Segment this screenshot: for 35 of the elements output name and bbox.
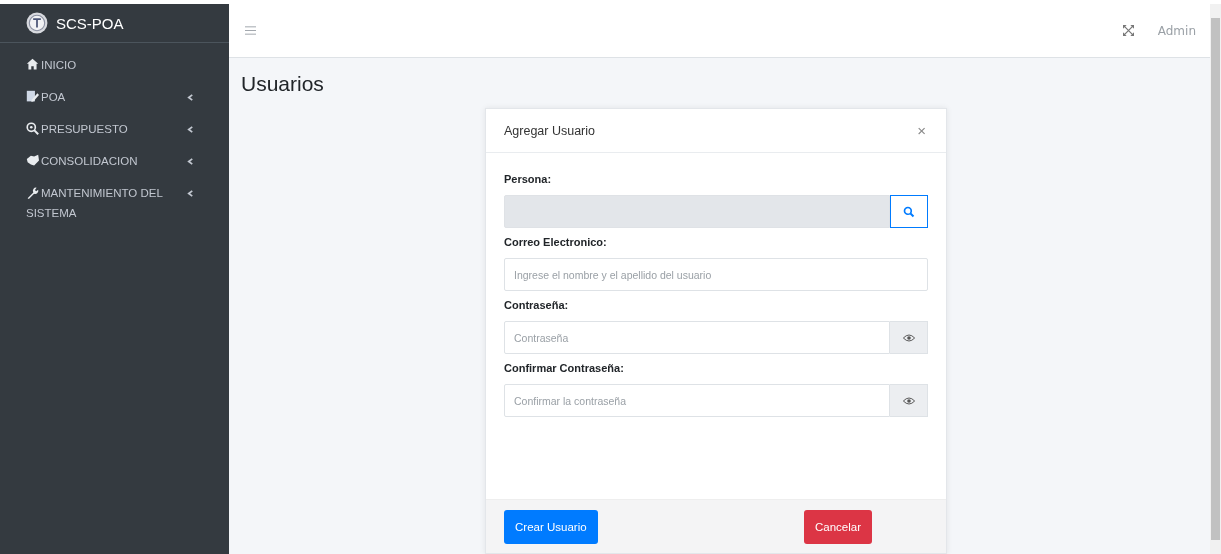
field-label: Correo Electronico: xyxy=(504,236,608,248)
input-field[interactable]: Ingrese el nombre y el apellido del usuario xyxy=(504,258,928,291)
brand-title[interactable]: SCS-POA xyxy=(56,14,124,32)
home-icon xyxy=(26,58,39,71)
menu-icon xyxy=(245,25,256,36)
modal-title: Agregar Usuario xyxy=(504,123,595,138)
expand-arrows-icon xyxy=(1122,25,1134,36)
sidebar-item[interactable]: CONSOLIDACION xyxy=(0,145,229,177)
password-field[interactable]: Contraseña xyxy=(504,321,890,354)
wrench-icon xyxy=(26,186,39,199)
field-label: Persona: xyxy=(504,173,553,185)
eye-icon xyxy=(902,333,915,342)
page-title: Usuarios xyxy=(241,72,325,96)
search-icon xyxy=(903,205,915,218)
scrollbar[interactable] xyxy=(1210,4,1221,554)
eye-icon xyxy=(902,396,915,405)
field-label: Confirmar Contraseña: xyxy=(504,362,625,374)
seal-logo xyxy=(26,12,48,34)
sidebar-item[interactable]: MANTENIMIENTO DEL SISTEMA xyxy=(0,177,229,229)
password-field[interactable]: Confirmar la contraseña xyxy=(504,384,890,417)
menu-button[interactable] xyxy=(243,23,258,38)
create-button[interactable]: Crear Usuario xyxy=(504,509,598,544)
close-button[interactable]: × xyxy=(915,122,928,139)
sidebar-item[interactable]: PRESUPUESTO xyxy=(0,113,229,145)
show-password-button[interactable] xyxy=(890,384,928,417)
sidebar-item[interactable]: INICIO xyxy=(0,49,229,81)
cancel-button[interactable]: Cancelar xyxy=(803,509,872,544)
sidebar-item[interactable]: POA xyxy=(0,81,229,113)
show-password-button[interactable] xyxy=(890,321,928,354)
scrollbar-thumb[interactable] xyxy=(1211,18,1220,540)
field-label: Contraseña: xyxy=(504,299,570,311)
fullscreen-button[interactable] xyxy=(1120,23,1136,38)
search-button[interactable] xyxy=(890,195,928,228)
document-pencil-icon xyxy=(26,90,39,103)
magnifier-icon xyxy=(26,122,39,135)
